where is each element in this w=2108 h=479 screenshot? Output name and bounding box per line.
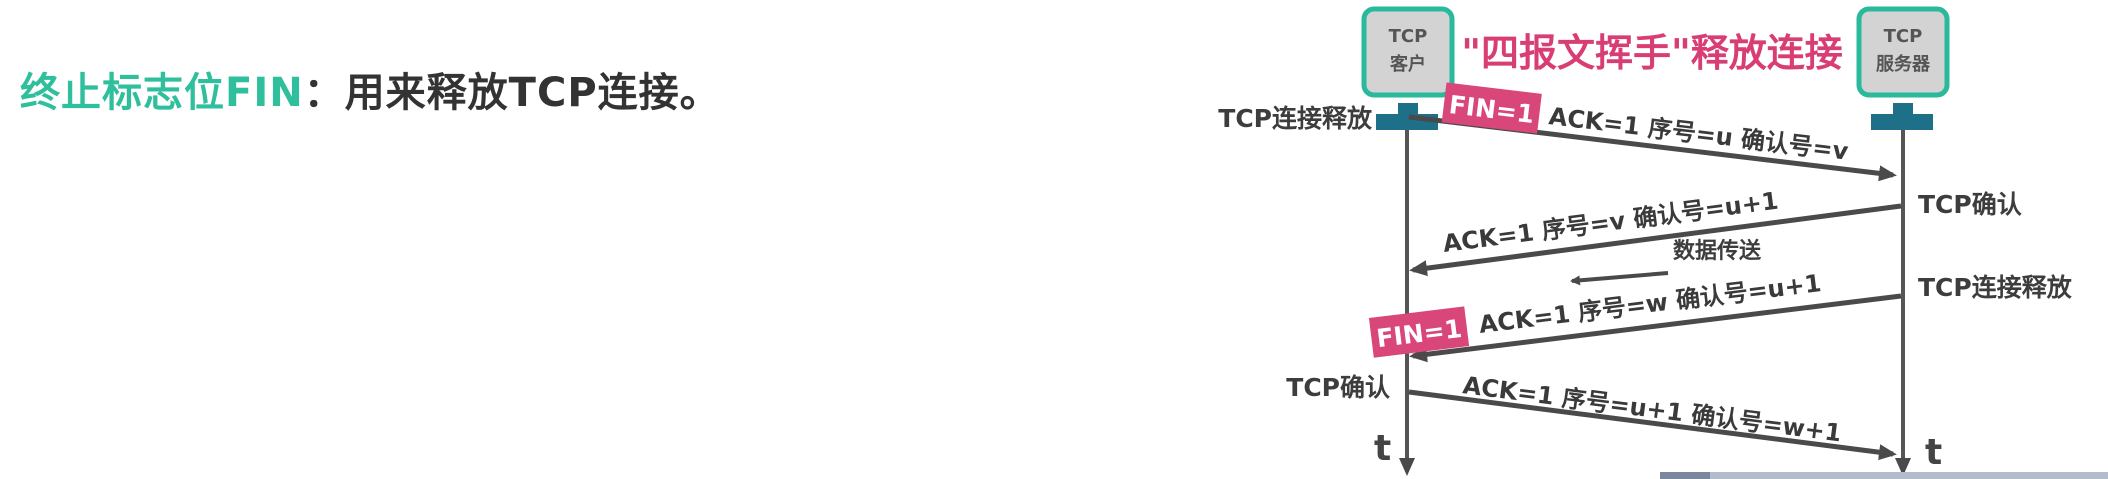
fin-flag-1: FIN=1	[1441, 82, 1542, 134]
client-ack-state: TCP确认	[1286, 373, 1390, 402]
server-node: TCP 服务器	[1856, 6, 1950, 130]
client-label-1: TCP	[1389, 26, 1428, 47]
bottom-strip-segment	[1660, 472, 1710, 479]
data-transfer-arrow	[1570, 271, 1669, 286]
message-1-label: ACK=1 序号=u 确认号=v	[1547, 102, 1850, 166]
client-node: TCP 客户	[1361, 6, 1455, 130]
server-time-label: t	[1925, 432, 1942, 473]
data-transfer-label: 数据传送	[1673, 238, 1761, 264]
diagram-title: "四报文挥手"释放连接	[1461, 31, 1843, 75]
server-ack-state: TCP确认	[1918, 190, 2022, 219]
server-label-1: TCP	[1884, 26, 1923, 47]
client-release-state: TCP连接释放	[1218, 104, 1373, 133]
server-label-2: 服务器	[1876, 53, 1931, 75]
message-4-label: ACK=1 序号=u+1 确认号=w+1	[1461, 371, 1843, 447]
four-way-handshake-diagram: TCP 客户 TCP 服务器 "四报文挥手"释放连接 t t FIN=1 ACK…	[1218, 6, 2073, 476]
client-time-label: t	[1374, 428, 1391, 469]
client-label-2: 客户	[1390, 53, 1426, 75]
server-release-state: TCP连接释放	[1918, 273, 2073, 302]
bottom-strip	[1660, 472, 2108, 479]
